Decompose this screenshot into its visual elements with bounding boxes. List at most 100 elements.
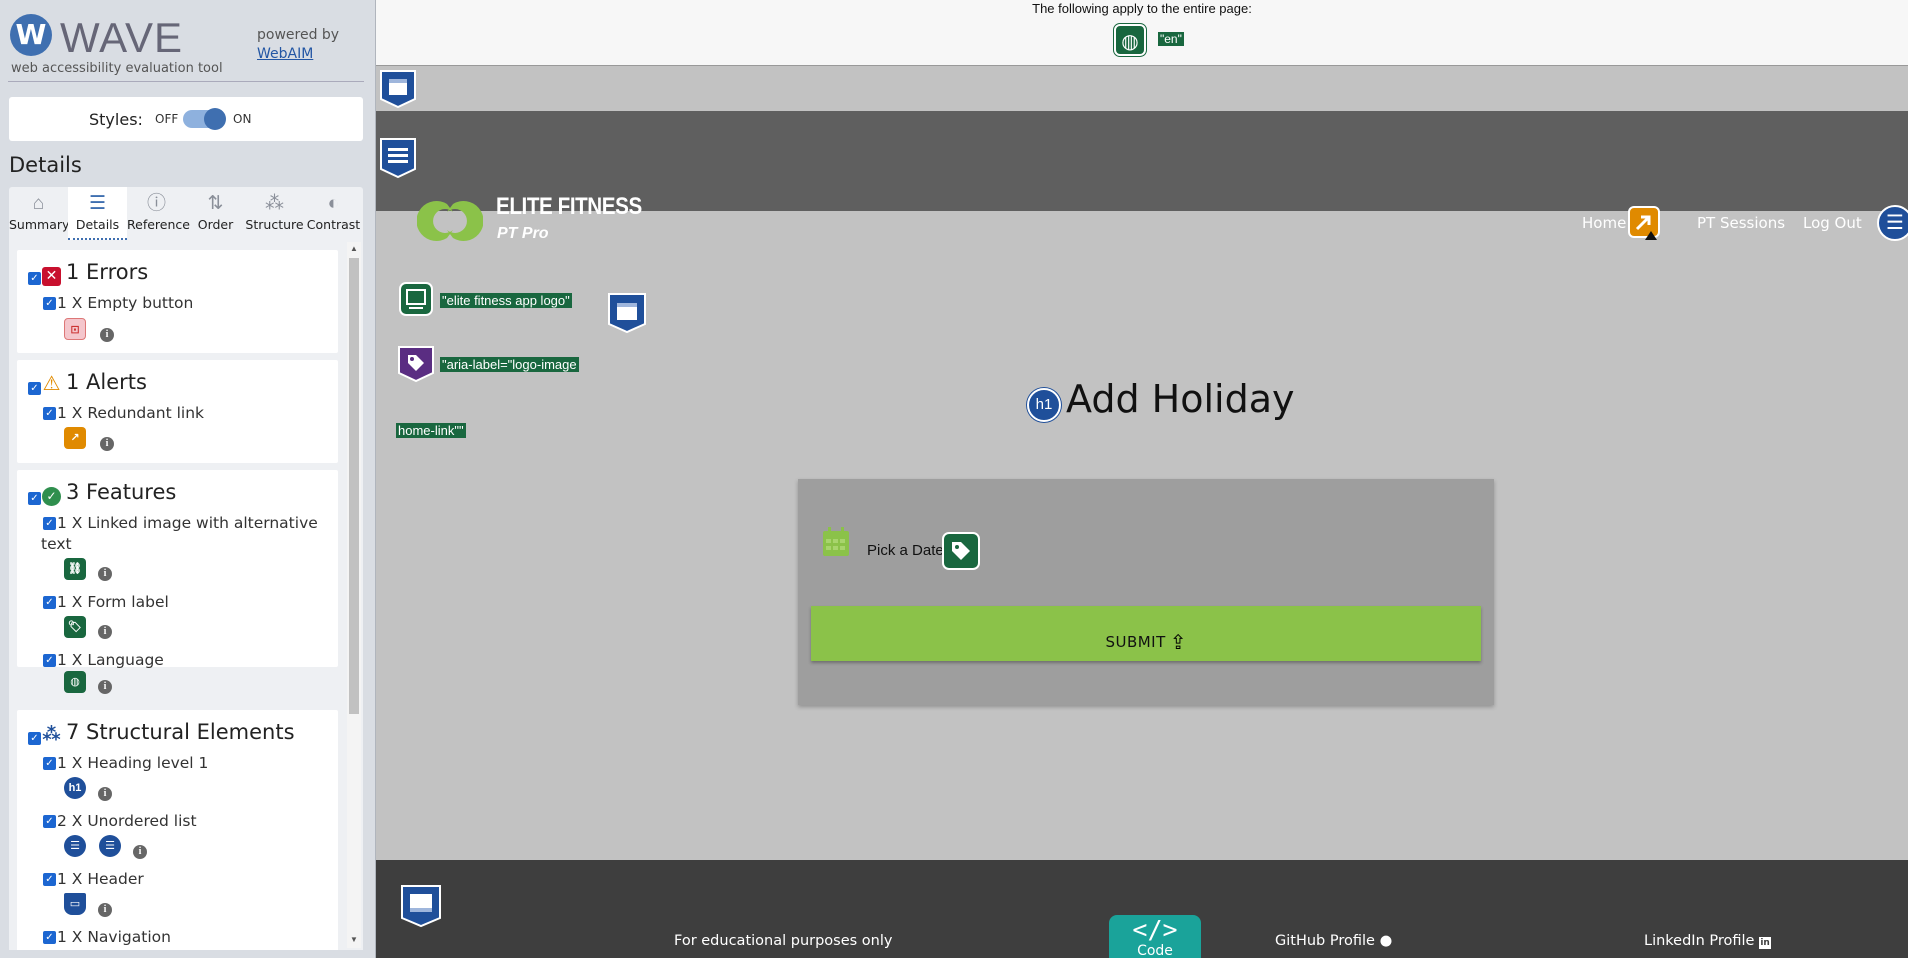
info-icon[interactable]: i bbox=[100, 328, 114, 342]
empty-button-label: 1 X Empty button bbox=[57, 294, 194, 312]
item-checkbox[interactable]: ✓ bbox=[43, 407, 56, 420]
home-icon: ⌂ bbox=[32, 193, 45, 214]
pick-date-label[interactable]: Pick a Date bbox=[867, 542, 944, 559]
header-divider bbox=[8, 81, 364, 82]
form-label-icon[interactable] bbox=[942, 532, 980, 570]
tab-contrast[interactable]: ◐ Contrast bbox=[304, 187, 363, 240]
errors-checkbox[interactable]: ✓ bbox=[28, 272, 41, 285]
redundant-link-icon[interactable] bbox=[1627, 205, 1663, 241]
contrast-icon: ◐ bbox=[327, 193, 340, 214]
styles-toggle-switch[interactable] bbox=[183, 108, 226, 130]
item-checkbox[interactable]: ✓ bbox=[43, 757, 56, 770]
empty-button-icon[interactable]: ⊡ bbox=[64, 318, 86, 340]
styles-on-label: ON bbox=[233, 112, 252, 126]
features-checkbox[interactable]: ✓ bbox=[28, 492, 41, 505]
wave-header: W WAVE web accessibility evaluation tool… bbox=[0, 0, 376, 84]
item-checkbox[interactable]: ✓ bbox=[43, 931, 56, 944]
submit-label: SUBMIT bbox=[1105, 633, 1166, 651]
navigation-label: 1 X Navigation bbox=[57, 928, 171, 946]
tab-order[interactable]: ⇅ Order bbox=[186, 187, 245, 240]
scroll-up-arrow-icon[interactable]: ▲ bbox=[350, 244, 358, 253]
heading-icon[interactable]: h1 bbox=[1027, 388, 1061, 422]
tab-structure[interactable]: ⁂ Structure bbox=[245, 187, 304, 240]
nav-logout-link[interactable]: Log Out bbox=[1803, 214, 1862, 232]
language-icon[interactable]: ◍ bbox=[64, 671, 86, 693]
notice-text: The following apply to the entire page: bbox=[1032, 1, 1252, 16]
errors-category: ✓ ✕ 1 Errors ✓ 1 X Empty button ⊡ i bbox=[17, 250, 338, 353]
wave-logo-text: WAVE bbox=[60, 14, 184, 61]
styles-label: Styles: bbox=[89, 110, 143, 129]
alerts-heading: ⚠ 1 Alerts bbox=[42, 370, 147, 395]
powered-by-text: powered by bbox=[257, 27, 340, 43]
item-checkbox[interactable]: ✓ bbox=[43, 297, 56, 310]
calendar-icon[interactable] bbox=[822, 527, 850, 557]
brand-title: ELITE FITNESS bbox=[496, 193, 642, 220]
unordered-list-icon[interactable]: ☰ bbox=[99, 835, 121, 857]
item-checkbox[interactable]: ✓ bbox=[43, 654, 56, 667]
info-icon[interactable]: i bbox=[98, 903, 112, 917]
structure-checkbox[interactable]: ✓ bbox=[28, 732, 41, 745]
footer-icon[interactable] bbox=[400, 884, 442, 928]
tab-label: Details bbox=[75, 217, 120, 232]
linkedin-profile-link[interactable]: LinkedIn Profile in bbox=[1644, 933, 1772, 949]
info-icon[interactable]: i bbox=[133, 845, 147, 859]
tab-reference[interactable]: ⓘ Reference bbox=[127, 187, 190, 240]
header-icon[interactable] bbox=[607, 292, 647, 334]
navigation-icon[interactable] bbox=[379, 137, 417, 179]
header-label: 1 X Header bbox=[57, 870, 144, 888]
nav-pt-sessions-link[interactable]: PT Sessions bbox=[1697, 214, 1785, 232]
tab-label: Summary bbox=[9, 217, 70, 232]
info-icon[interactable]: i bbox=[98, 680, 112, 694]
unordered-list-icon[interactable]: ☰ bbox=[1877, 205, 1908, 241]
heading-icon[interactable]: h1 bbox=[64, 777, 86, 799]
github-profile-link[interactable]: GitHub Profile ● bbox=[1275, 933, 1392, 949]
toggle-knob bbox=[204, 108, 226, 130]
brand-subtitle: PT Pro bbox=[497, 225, 549, 242]
scroll-thumb[interactable] bbox=[349, 258, 359, 714]
styles-off-label: OFF bbox=[155, 112, 179, 126]
info-icon[interactable]: i bbox=[100, 437, 114, 451]
info-icon: ⓘ bbox=[146, 193, 166, 214]
info-icon[interactable]: i bbox=[98, 787, 112, 801]
tab-label: Structure bbox=[245, 217, 304, 232]
structure-category: ✓ ⁂ 7 Structural Elements ✓ 1 X Heading l… bbox=[17, 710, 338, 950]
page-level-notice: The following apply to the entire page: … bbox=[376, 0, 1908, 66]
tab-label: Order bbox=[197, 217, 234, 232]
styles-toggle-box: Styles: OFF ON bbox=[9, 97, 363, 141]
info-icon[interactable]: i bbox=[98, 625, 112, 639]
form-label-icon[interactable]: 🏷 bbox=[64, 616, 86, 638]
tab-details[interactable]: ☰ Details bbox=[68, 187, 127, 240]
item-checkbox[interactable]: ✓ bbox=[43, 873, 56, 886]
scroll-down-arrow-icon[interactable]: ▼ bbox=[350, 935, 358, 944]
list-icon: ☰ bbox=[88, 193, 107, 214]
alerts-checkbox[interactable]: ✓ bbox=[28, 382, 41, 395]
structure-icon: ⁂ bbox=[265, 193, 284, 214]
elite-fitness-logo-icon[interactable] bbox=[417, 198, 483, 244]
redundant-link-icon[interactable]: ↗ bbox=[64, 427, 86, 449]
details-panel[interactable]: ✓ ✕ 1 Errors ✓ 1 X Empty button ⊡ i ✓ ⚠ 1 … bbox=[9, 240, 363, 950]
info-icon[interactable]: i bbox=[98, 567, 112, 581]
header-icon[interactable]: ▭ bbox=[64, 893, 86, 915]
redundant-link-label: 1 X Redundant link bbox=[57, 404, 205, 422]
item-checkbox[interactable]: ✓ bbox=[43, 815, 56, 828]
webaim-link[interactable]: WebAIM bbox=[257, 46, 313, 62]
item-checkbox[interactable]: ✓ bbox=[43, 596, 56, 609]
linked-image-icon[interactable]: ⛓ bbox=[64, 558, 86, 580]
wave-logo-icon: W bbox=[10, 14, 52, 56]
details-scrollbar[interactable]: ▲ ▼ bbox=[347, 242, 361, 948]
share-icon: ⇪ bbox=[1169, 632, 1187, 654]
alert-icon: ⚠ bbox=[42, 371, 61, 395]
submit-button[interactable]: SUBMIT ⇪ bbox=[811, 606, 1481, 661]
features-category: ✓ ✓ 3 Features ✓ 1 X Linked image with al… bbox=[17, 470, 338, 669]
header-icon[interactable] bbox=[379, 69, 417, 109]
linked-image-icon[interactable] bbox=[399, 282, 433, 316]
code-link[interactable]: </> Code bbox=[1109, 915, 1201, 958]
tab-summary[interactable]: ⌂ Summary bbox=[9, 187, 70, 240]
unordered-list-icon[interactable]: ☰ bbox=[64, 835, 86, 857]
unordered-list-label: 2 X Unordered list bbox=[57, 812, 197, 830]
language-icon[interactable]: ◍ bbox=[1114, 24, 1146, 56]
home-link-tag: home-link"" bbox=[396, 423, 466, 438]
details-heading: Details bbox=[9, 153, 82, 177]
aria-label-icon[interactable] bbox=[397, 345, 435, 383]
nav-home-link[interactable]: Home bbox=[1582, 214, 1626, 232]
